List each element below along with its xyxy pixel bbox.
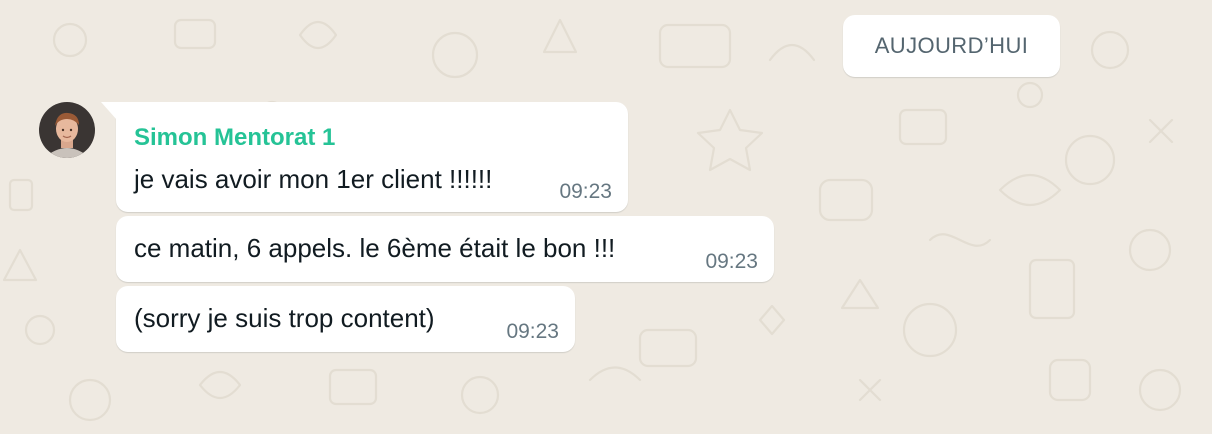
message-text: je vais avoir mon 1er client !!!!!! bbox=[134, 164, 493, 194]
date-divider: AUJOURD’HUI bbox=[843, 15, 1060, 77]
message-text: (sorry je suis trop content) bbox=[134, 303, 435, 333]
bubble-tail-icon bbox=[101, 102, 117, 120]
message-timestamp: 09:23 bbox=[506, 320, 559, 343]
message-text: ce matin, 6 appels. le 6ème était le bon… bbox=[134, 233, 616, 263]
user-avatar-photo bbox=[39, 102, 95, 158]
message-timestamp: 09:23 bbox=[705, 250, 758, 273]
message-bubble[interactable]: Simon Mentorat 1 je vais avoir mon 1er c… bbox=[101, 102, 628, 212]
avatar[interactable] bbox=[39, 102, 95, 158]
message-timestamp: 09:23 bbox=[559, 180, 612, 203]
message-bubble[interactable]: ce matin, 6 appels. le 6ème était le bon… bbox=[116, 216, 774, 282]
message-bubble[interactable]: (sorry je suis trop content) 09:23 bbox=[116, 286, 575, 352]
sender-name[interactable]: Simon Mentorat 1 bbox=[134, 124, 335, 152]
date-divider-label: AUJOURD’HUI bbox=[874, 33, 1029, 58]
